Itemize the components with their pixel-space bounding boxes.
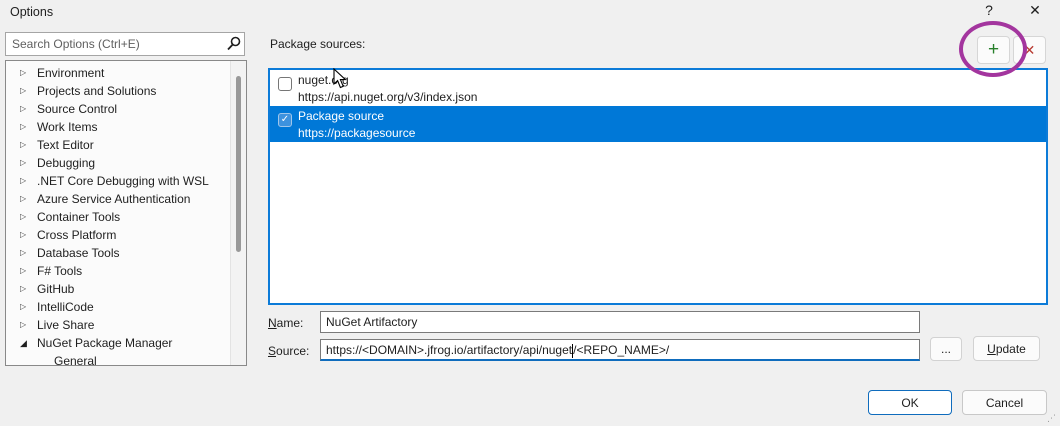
chevron-right-icon: ▷ [20, 266, 27, 275]
search-icon [227, 36, 241, 51]
tree-item-container-tools[interactable]: ▷ Container Tools [6, 208, 246, 226]
update-button[interactable]: Update [973, 336, 1040, 361]
chevron-right-icon: ▷ [20, 68, 27, 77]
chevron-right-icon: ▷ [20, 230, 27, 239]
package-sources-label: Package sources: [270, 37, 366, 51]
chevron-expanded-icon: ◢ [20, 338, 27, 348]
tree-item-general[interactable]: General [6, 352, 246, 365]
tree-item-fsharp-tools[interactable]: ▷ F# Tools [6, 262, 246, 280]
source-input[interactable]: https://<DOMAIN>.jfrog.io/artifactory/ap… [320, 339, 920, 361]
source-label: Source: [268, 344, 310, 358]
name-label: Name: [268, 316, 304, 330]
chevron-right-icon: ▷ [20, 158, 27, 167]
tree-item-intellicode[interactable]: ▷ IntelliCode [6, 298, 246, 316]
tree-item-live-share[interactable]: ▷ Live Share [6, 316, 246, 334]
tree-item-database-tools[interactable]: ▷ Database Tools [6, 244, 246, 262]
tree-item-environment[interactable]: ▷ Environment [6, 64, 246, 82]
add-source-button[interactable]: + [977, 36, 1010, 64]
package-source-name: nuget.org [298, 73, 349, 87]
name-input[interactable] [320, 311, 920, 333]
chevron-right-icon: ▷ [20, 140, 27, 149]
chevron-right-icon: ▷ [20, 320, 27, 329]
package-source-url: https://packagesource [298, 126, 416, 140]
chevron-right-icon: ▷ [20, 248, 27, 257]
tree-scrollbar-thumb[interactable] [236, 76, 241, 252]
options-tree: ▷ Environment ▷ Projects and Solutions ▷ So… [5, 60, 247, 366]
checkbox-checked-icon[interactable]: ✓ [278, 113, 292, 127]
tree-item-debugging[interactable]: ▷ Debugging [6, 154, 246, 172]
ok-button[interactable]: OK [868, 390, 952, 415]
cancel-button[interactable]: Cancel [962, 390, 1047, 415]
package-source-row-nuget-org[interactable]: nuget.org https://api.nuget.org/v3/index… [270, 70, 1046, 106]
plus-icon: + [987, 39, 1000, 60]
tree-item-source-control[interactable]: ▷ Source Control [6, 100, 246, 118]
tree-item-cross-platform[interactable]: ▷ Cross Platform [6, 226, 246, 244]
tree-item-projects-and-solutions[interactable]: ▷ Projects and Solutions [6, 82, 246, 100]
chevron-right-icon: ▷ [20, 284, 27, 293]
chevron-right-icon: ▷ [20, 176, 27, 185]
tree-item-nuget-package-manager[interactable]: ◢ NuGet Package Manager [6, 334, 246, 352]
search-box [5, 32, 245, 56]
x-icon: ✕ [1023, 41, 1036, 58]
chevron-right-icon: ▷ [20, 104, 27, 113]
chevron-right-icon: ▷ [20, 302, 27, 311]
browse-button[interactable]: ... [930, 337, 962, 361]
package-source-url: https://api.nuget.org/v3/index.json [298, 90, 478, 104]
close-icon[interactable]: ✕ [1022, 2, 1048, 19]
search-input[interactable] [6, 37, 224, 51]
chevron-right-icon: ▷ [20, 86, 27, 95]
tree-item-net-core-debugging-wsl[interactable]: ▷ .NET Core Debugging with WSL [6, 172, 246, 190]
help-icon[interactable]: ? [976, 2, 1002, 18]
package-source-name: Package source [298, 109, 385, 123]
package-source-row-package-source[interactable]: ✓ Package source https://packagesource [270, 106, 1046, 142]
tree-item-work-items[interactable]: ▷ Work Items [6, 118, 246, 136]
tree-item-azure-service-authentication[interactable]: ▷ Azure Service Authentication [6, 190, 246, 208]
chevron-right-icon: ▷ [20, 122, 27, 131]
resize-grip[interactable]: ⋰ [1047, 413, 1057, 423]
checkbox-unchecked-icon[interactable] [278, 77, 292, 91]
package-sources-list: nuget.org https://api.nuget.org/v3/index… [268, 68, 1048, 305]
chevron-right-icon: ▷ [20, 212, 27, 221]
tree-item-github[interactable]: ▷ GitHub [6, 280, 246, 298]
tree-item-text-editor[interactable]: ▷ Text Editor [6, 136, 246, 154]
remove-source-button[interactable]: ✕ [1013, 36, 1046, 64]
chevron-right-icon: ▷ [20, 194, 27, 203]
window-title: Options [10, 5, 54, 19]
